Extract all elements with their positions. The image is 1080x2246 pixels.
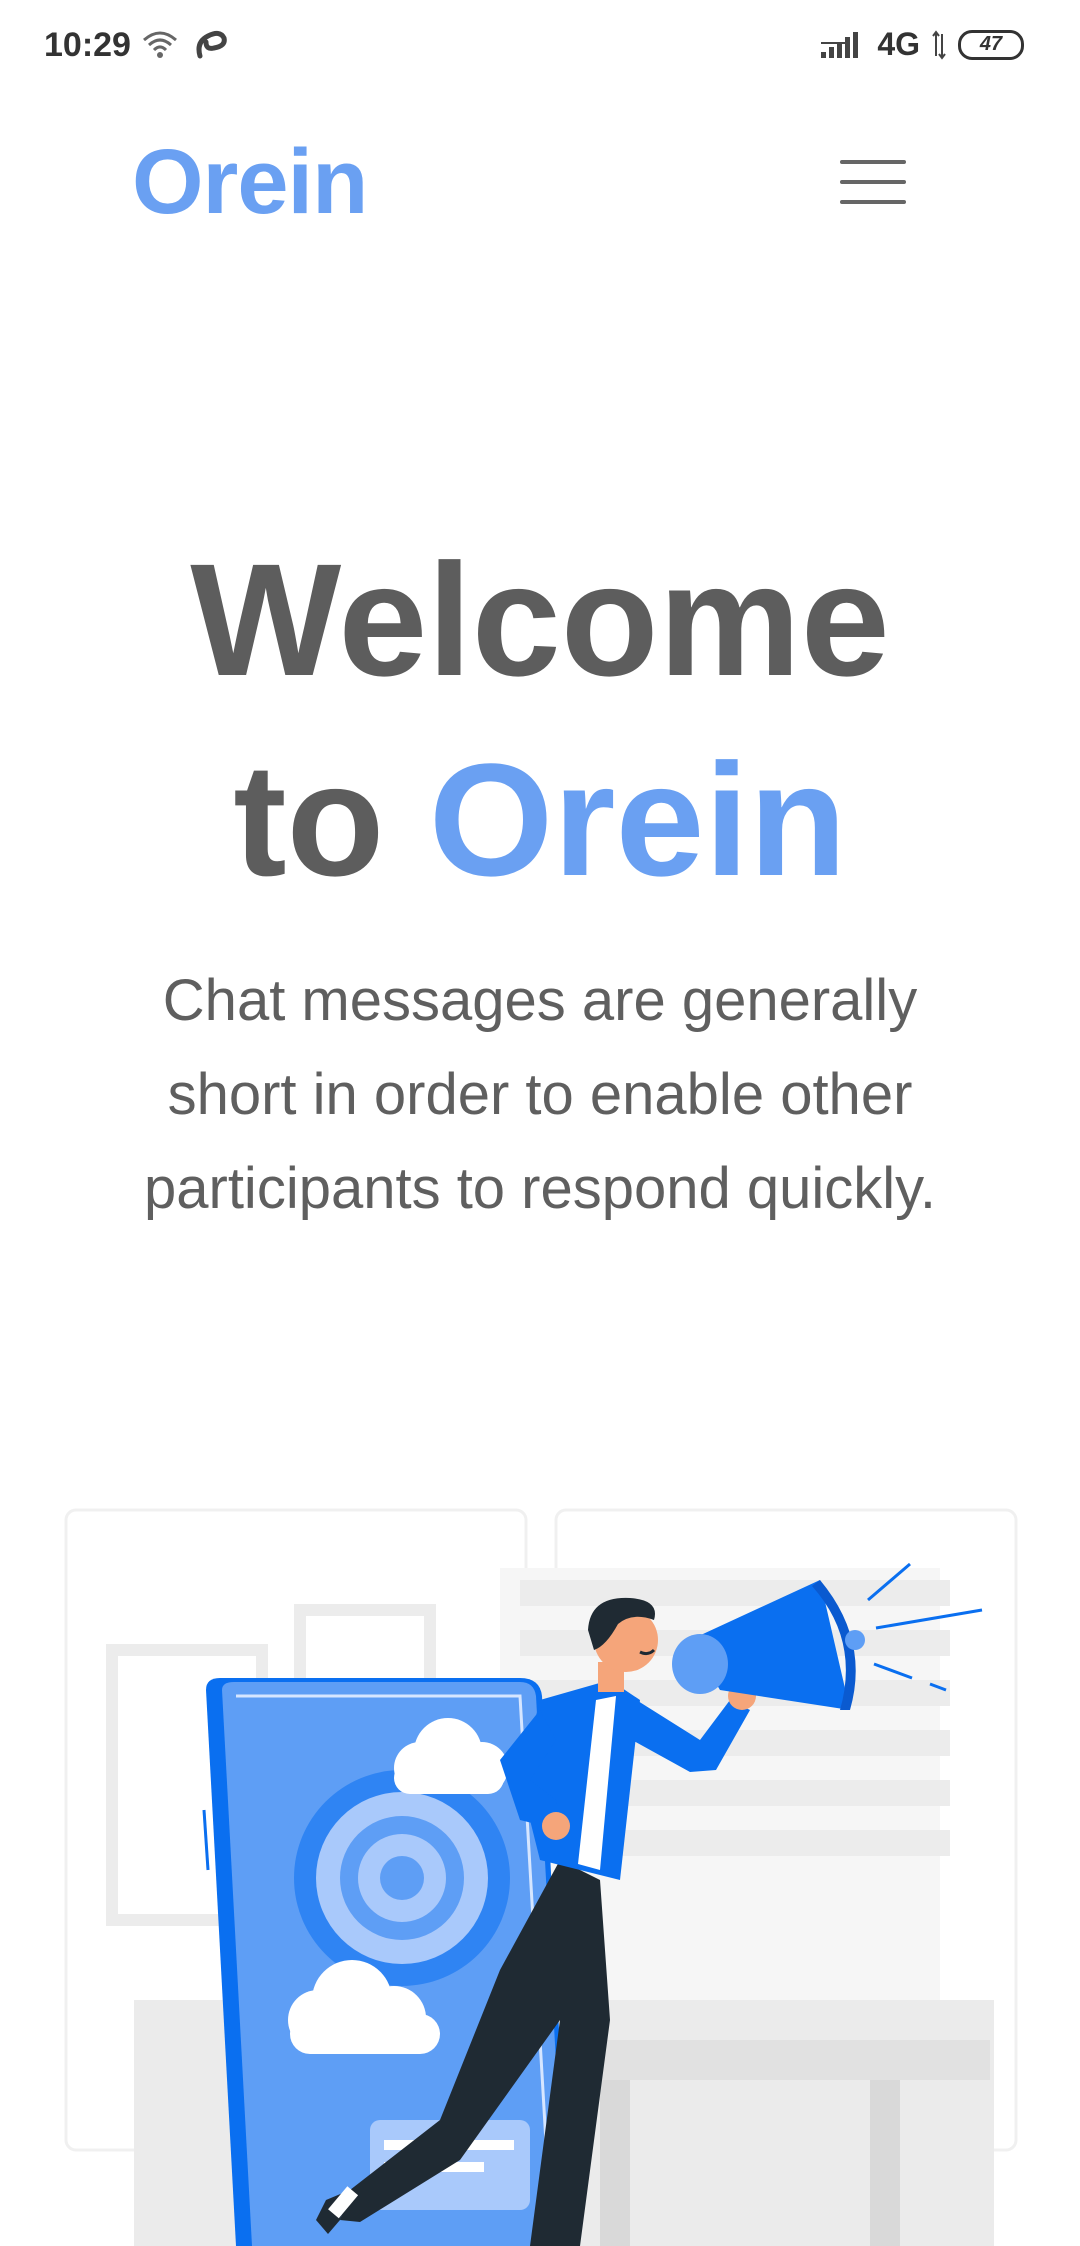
data-arrows-icon — [932, 29, 946, 60]
hero-subtitle: Chat messages are generally short in ord… — [143, 968, 936, 1221]
hero-title-welcome: Welcome — [190, 530, 890, 709]
hamburger-menu-icon — [840, 160, 906, 164]
hero-title-brand: Orein — [428, 730, 847, 909]
battery-icon: 47 — [958, 29, 1024, 60]
status-bar: 10:29 4G 47 — [0, 0, 1080, 96]
brand-logo[interactable]: Orein — [132, 130, 368, 235]
wifi-icon — [143, 31, 177, 58]
site-header: Orein — [0, 120, 1080, 240]
signal-icon — [821, 31, 859, 58]
battery-level: 47 — [979, 33, 1003, 55]
status-time: 10:29 — [44, 26, 131, 64]
network-type: 4G — [877, 26, 920, 62]
hero-title-to: to — [233, 730, 385, 909]
airtel-icon — [196, 30, 227, 59]
status-left-icons — [142, 28, 228, 62]
hamburger-menu-icon-bar — [840, 180, 906, 184]
status-right: 4G 47 — [821, 26, 1024, 63]
page: 10:29 4G 47 Orein Welcome to Orein Chat … — [0, 0, 1080, 2246]
hero-title: Welcome to Orein — [0, 520, 1080, 920]
marketing-megaphone-illustration — [0, 1500, 1080, 2246]
hamburger-menu-button[interactable] — [836, 152, 912, 212]
hamburger-menu-icon-bar — [840, 200, 906, 204]
